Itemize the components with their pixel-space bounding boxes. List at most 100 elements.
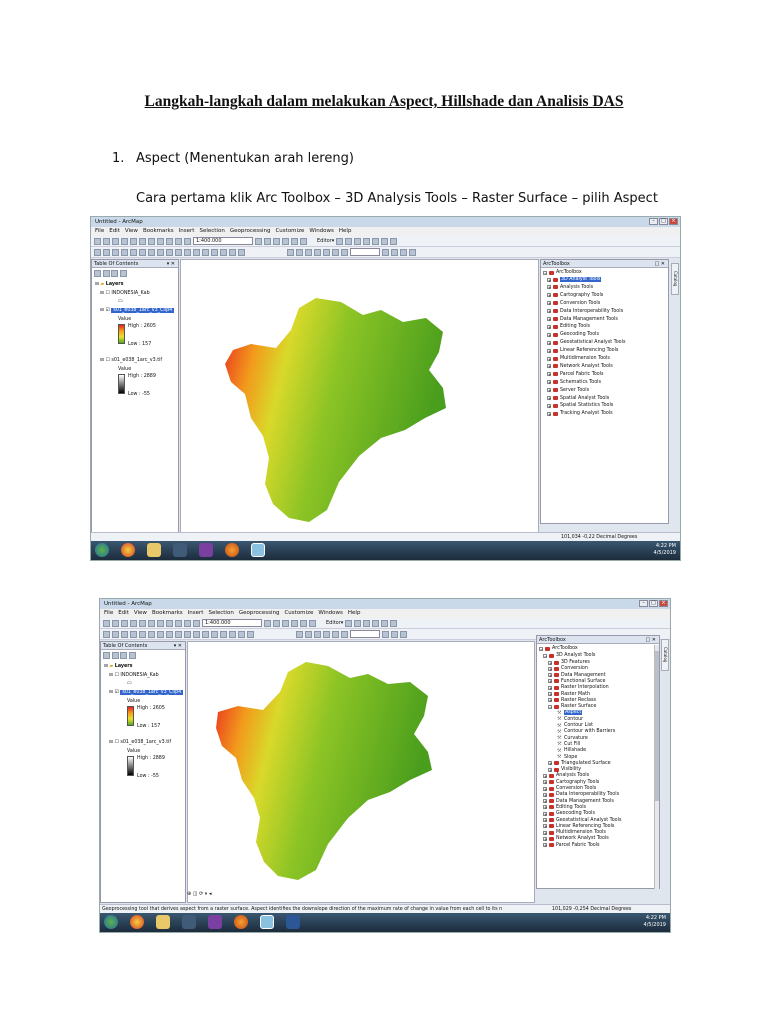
paste-icon[interactable] <box>157 619 164 627</box>
explorer-icon[interactable] <box>147 543 161 557</box>
expand-icon[interactable]: + <box>548 685 552 690</box>
toolset-item[interactable]: + Raster Reclass <box>548 698 596 703</box>
fixed-zoom-out-icon[interactable] <box>148 630 155 638</box>
layout-back-icon[interactable] <box>341 630 348 638</box>
toolbox-item[interactable]: + Spatial Analyst Tools <box>547 396 609 401</box>
toolbox-item[interactable]: + Tracking Analyst Tools <box>547 411 613 416</box>
full-extent-icon[interactable] <box>130 630 137 638</box>
zoom-in-icon[interactable] <box>94 248 101 256</box>
menu-insert[interactable]: Insert <box>188 609 204 618</box>
layer-tif[interactable]: ⊟ ☐ s01_e038_1arc_v3.tif <box>109 740 171 745</box>
expand-icon[interactable]: + <box>547 317 551 322</box>
print-icon[interactable] <box>130 619 137 627</box>
menu-insert[interactable]: Insert <box>179 227 195 236</box>
toolbox-item[interactable]: + Conversion Tools <box>547 301 600 306</box>
firefox-icon[interactable] <box>225 543 239 557</box>
list-by-visibility-icon[interactable] <box>120 652 128 659</box>
vertex-icon[interactable] <box>354 237 362 245</box>
attributes-icon[interactable] <box>390 619 398 627</box>
expand-icon[interactable]: + <box>548 666 552 671</box>
redo-icon[interactable] <box>175 237 182 245</box>
expand-icon[interactable]: + <box>547 340 551 345</box>
editor-toolbar-icon[interactable] <box>255 237 262 245</box>
layer-tif[interactable]: ⊟ ☐ s01_e038_1arc_v3.tif <box>100 358 162 363</box>
html-popup-icon[interactable] <box>238 630 245 638</box>
expand-icon[interactable]: + <box>543 780 547 785</box>
layout-zoom-out-icon[interactable] <box>296 248 303 256</box>
expand-icon[interactable]: + <box>547 388 551 393</box>
draft-mode-icon[interactable] <box>382 630 389 638</box>
collapse-icon[interactable]: − <box>548 704 552 709</box>
toolbox-item[interactable]: + Data Management Tools <box>547 317 618 322</box>
expand-icon[interactable]: + <box>543 792 547 797</box>
search-icon[interactable] <box>291 619 298 627</box>
rotate-icon[interactable] <box>372 237 380 245</box>
expand-icon[interactable]: + <box>548 679 552 684</box>
expand-icon[interactable]: + <box>548 660 552 665</box>
layout-full-icon[interactable] <box>314 248 321 256</box>
tool-item[interactable]: ⚒ Slope <box>557 755 577 760</box>
menu-file[interactable]: File <box>95 227 104 236</box>
fixed-zoom-in-icon[interactable] <box>130 248 137 256</box>
layout-100-icon[interactable] <box>323 248 330 256</box>
expand-icon[interactable]: + <box>547 277 551 282</box>
toolbox-item[interactable]: + Editing Tools <box>543 805 586 810</box>
tool-item[interactable]: ⚒ Contour List <box>557 723 593 728</box>
visual-studio-icon[interactable] <box>208 915 222 929</box>
toolset-item[interactable]: − Raster Surface <box>548 704 596 709</box>
expand-icon[interactable]: + <box>548 692 552 697</box>
expand-icon[interactable]: + <box>547 324 551 329</box>
find-icon[interactable] <box>211 630 218 638</box>
list-by-drawing-order-icon[interactable] <box>103 652 110 659</box>
change-layout-icon[interactable] <box>400 630 407 638</box>
tool-item[interactable]: ⚒ Contour with Barriers <box>557 729 615 734</box>
list-by-selection-icon[interactable] <box>128 652 136 659</box>
toolbox-item[interactable]: +3D Analyst Tools <box>547 277 602 282</box>
clear-selection-icon[interactable] <box>175 248 182 256</box>
expand-icon[interactable]: + <box>547 309 551 314</box>
cut-icon[interactable] <box>130 237 137 245</box>
layout-zoom-select[interactable] <box>350 630 380 638</box>
toolbox-item[interactable]: + Network Analyst Tools <box>543 836 609 841</box>
edit-tool-icon[interactable] <box>345 619 353 627</box>
start-button-icon[interactable] <box>95 543 109 557</box>
layer-indonesia[interactable]: ⊟ ☐ INDONESIA_Kab <box>109 673 159 678</box>
minimize-icon[interactable]: – <box>639 600 648 607</box>
tool-item[interactable]: ⚒ Cut Fill <box>557 742 580 747</box>
media-player-icon[interactable] <box>173 543 187 557</box>
scale-select[interactable]: 1:400.000 <box>202 619 262 627</box>
data-driven-pages-icon[interactable] <box>409 248 416 256</box>
layers-group[interactable]: ⊟ ▰ Layers <box>104 664 133 669</box>
layout-zoom-in-icon[interactable] <box>287 248 294 256</box>
firefox-icon[interactable] <box>234 915 248 929</box>
select-features-icon[interactable] <box>175 630 182 638</box>
measure-icon[interactable] <box>211 248 218 256</box>
layout-pan-icon[interactable] <box>314 630 321 638</box>
maximize-icon[interactable]: □ <box>649 600 658 607</box>
expand-icon[interactable]: + <box>543 799 547 804</box>
expand-icon[interactable]: + <box>547 301 551 306</box>
focus-frame-icon[interactable] <box>391 248 398 256</box>
layout-zoom-select[interactable] <box>350 248 380 256</box>
word-icon[interactable] <box>286 915 300 929</box>
delete-icon[interactable] <box>166 619 173 627</box>
media-player-icon[interactable] <box>182 915 196 929</box>
hyperlink-icon[interactable] <box>229 630 236 638</box>
menu-help[interactable]: Help <box>348 609 361 618</box>
menu-customize[interactable]: Customize <box>284 609 313 618</box>
toolbox-item[interactable]: + Linear Referencing Tools <box>547 348 618 353</box>
back-icon[interactable] <box>148 248 155 256</box>
expand-icon[interactable]: + <box>543 836 547 841</box>
arctoolbox-close-icon[interactable]: □ ✕ <box>645 636 656 644</box>
expand-icon[interactable]: + <box>547 372 551 377</box>
toolbox-item[interactable]: + Parcel Fabric Tools <box>543 843 600 848</box>
split-icon[interactable] <box>363 237 371 245</box>
toolbox-item[interactable]: + Geostatistical Analyst Tools <box>547 340 625 345</box>
catalog-icon[interactable] <box>282 619 289 627</box>
panel-close-icon[interactable]: ▾ ✕ <box>174 642 182 650</box>
copy-icon[interactable] <box>148 619 155 627</box>
toolbox-item[interactable]: + Geostatistical Analyst Tools <box>543 818 621 823</box>
arctoolbox-close-icon[interactable]: □ ✕ <box>654 260 665 268</box>
layout-pan-icon[interactable] <box>305 248 312 256</box>
fixed-zoom-in-icon[interactable] <box>139 630 146 638</box>
